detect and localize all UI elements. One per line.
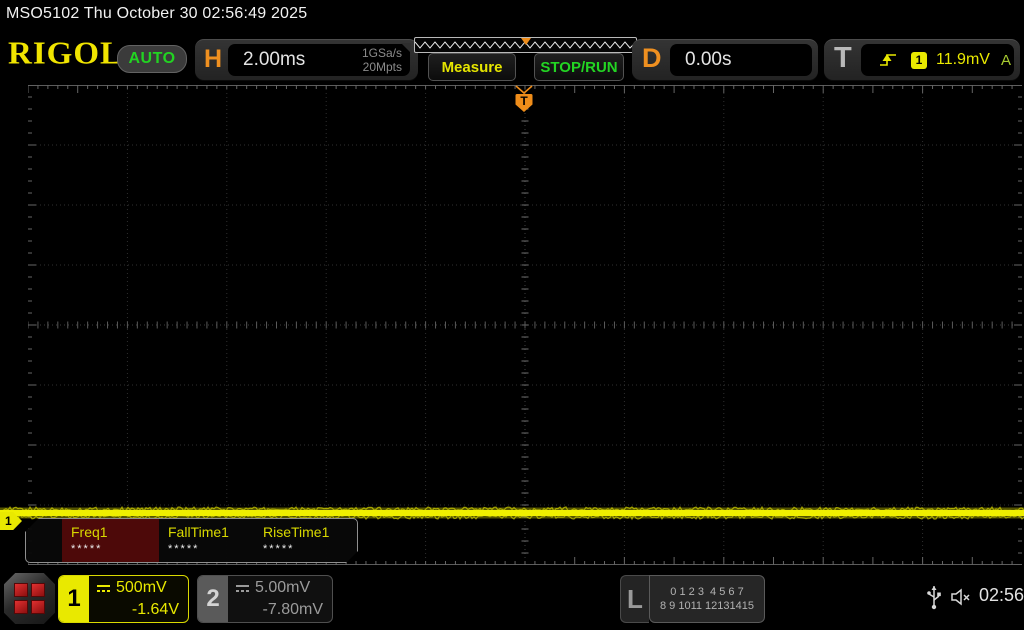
rising-edge-trigger-icon [880, 54, 896, 66]
trigger-label: T [834, 42, 852, 74]
oscilloscope-screen: MSO5102 Thu October 30 02:56:49 2025 RIG… [0, 0, 1024, 630]
channel1-offset: -1.64V [131, 601, 179, 618]
corner-notch [401, 43, 411, 53]
trigger-level-value: 11.9mV [936, 51, 990, 68]
stop-run-button-label: STOP/RUN [540, 58, 618, 76]
measurement-label: RiseTime1 [263, 524, 330, 540]
dc-coupling-icon [236, 584, 249, 592]
channel2-scale: 5.00mV [255, 579, 311, 596]
trigger-sweep-mode: A [1000, 51, 1011, 69]
channel2-number-tab: 2 [198, 576, 228, 622]
acquisition-mode-indicator: AUTO [117, 45, 187, 73]
measurement-panel[interactable]: Freq1 ***** FallTime1 ***** RiseTime1 **… [25, 518, 358, 563]
red-grid-icon [14, 583, 45, 614]
horizontal-inner: 2.00ms 1GSa/s 20Mpts [228, 43, 411, 76]
clock-display: 02:56 [979, 585, 1024, 605]
trigger-source-badge: 1 [911, 51, 927, 69]
delay-label: D [642, 43, 662, 73]
horizontal-label: H [204, 45, 223, 73]
channel2-offset: -7.80mV [262, 601, 323, 618]
header-bar: RIGOL AUTO H 2.00ms 1GSa/s 20Mpts Measur… [0, 30, 1024, 83]
channel1-values: 500mV -1.64V [89, 576, 188, 622]
channel1-number-tab: 1 [59, 576, 89, 622]
logic-analyzer-tab: L [620, 575, 649, 623]
bottom-status-bar: 1 500mV -1.64V 2 5.00mV -7.80mV L 0 1 2 … [0, 570, 1024, 630]
measurement-item-risetime[interactable]: RiseTime1 ***** [254, 519, 354, 562]
channel1-marker-label: 1 [5, 514, 12, 528]
trigger-marker-letter: T [520, 94, 528, 108]
stop-run-button[interactable]: STOP/RUN [534, 53, 624, 81]
top-info-bar: MSO5102 Thu October 30 02:56:49 2025 [0, 0, 1024, 30]
logic-channels-row2: 8 9 1011 12131415 [660, 600, 754, 612]
measurement-value: ***** [263, 543, 295, 555]
channel1-status-block[interactable]: 1 500mV -1.64V [58, 575, 189, 623]
timebase-value: 2.00ms [243, 49, 306, 70]
measurement-value: ***** [71, 543, 103, 555]
trigger-position-marker[interactable]: T [514, 85, 534, 114]
measurement-value: ***** [168, 543, 200, 555]
channel2-status-block[interactable]: 2 5.00mV -7.80mV [197, 575, 333, 623]
acquisition-mode-label: AUTO [128, 50, 176, 67]
sample-rate-block: 1GSa/s 20Mpts [362, 46, 402, 74]
channel2-values: 5.00mV -7.80mV [228, 576, 332, 622]
horizontal-settings-box[interactable]: H 2.00ms 1GSa/s 20Mpts [195, 39, 418, 80]
memory-depth: 20Mpts [362, 60, 402, 74]
waveform-preview-strip[interactable] [414, 37, 637, 53]
trigger-inner: 1 11.9mV A [861, 44, 1014, 76]
trigger-settings-box[interactable]: T 1 11.9mV A [824, 39, 1020, 80]
delay-inner: 0.00s [670, 44, 812, 76]
measure-button[interactable]: Measure [428, 53, 516, 81]
channel1-scale: 500mV [116, 579, 167, 596]
delay-settings-box[interactable]: D 0.00s [632, 39, 818, 80]
measurement-item-falltime[interactable]: FallTime1 ***** [159, 519, 254, 562]
logic-analyzer-status-block[interactable]: L 0 1 2 3 4 5 6 7 8 9 1011 12131415 [620, 575, 765, 623]
measure-button-label: Measure [441, 58, 503, 76]
measurement-item-freq[interactable]: Freq1 ***** [62, 519, 159, 562]
graticule-grid [28, 85, 1022, 565]
sample-rate: 1GSa/s [361, 46, 402, 60]
delay-value: 0.00s [685, 49, 732, 70]
measurement-label: Freq1 [71, 524, 108, 540]
dc-coupling-icon [97, 584, 110, 592]
speaker-muted-icon [951, 588, 970, 606]
rigol-logo: RIGOL [8, 36, 124, 72]
channel-menu-button[interactable] [4, 573, 55, 624]
preview-trigger-position-icon [520, 38, 531, 45]
measurement-label: FallTime1 [168, 524, 229, 540]
logic-channels-row1: 0 1 2 3 4 5 6 7 [670, 586, 744, 598]
logic-channel-list: 0 1 2 3 4 5 6 7 8 9 1011 12131415 [649, 575, 765, 623]
usb-icon [927, 586, 941, 610]
model-and-datetime: MSO5102 Thu October 30 02:56:49 2025 [6, 5, 308, 22]
